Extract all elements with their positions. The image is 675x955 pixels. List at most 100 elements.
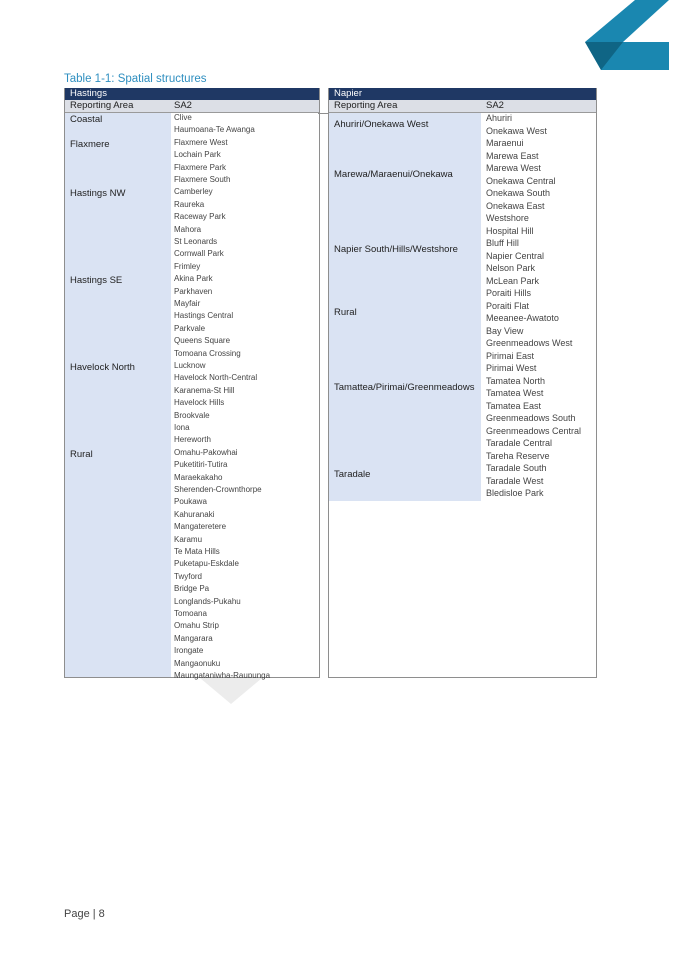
sa2-cell: Clive [174,113,192,122]
reporting-area-cell: Tamattea/Pirimai/Greenmeadows [334,381,475,393]
sa2-cell: Poraiti Hills [486,288,532,298]
sa2-cell: Poraiti Flat [486,300,530,311]
sa2-cell: Haumoana-Te Awanga [174,125,255,135]
reporting-area-cell: Taradale [334,469,371,481]
sa2-cell: Brookvale [174,410,210,420]
sa2-cell: Puketapu-Eskdale [174,559,239,569]
sa2-cell: Tamatea West [486,388,544,398]
sa2-cell: Mangaonuku [174,658,221,668]
sa2-cell: Havelock Hills [174,398,225,408]
sa2-cell: Puketitiri-Tutira [174,460,228,470]
sa2-cell: Hereworth [174,435,211,445]
sa2-cell: Flaxmere South [174,175,231,184]
sa2-cell: Longlands-Pukahu [174,596,241,606]
sa2-cell: Bridge Pa [174,584,210,594]
sa2-cell: Raceway Park [174,212,226,222]
sa2-cell: Sherenden-Crownthorpe [174,485,262,494]
sa2-cell: Lochain Park [174,150,221,160]
sa2-cell: Napier Central [486,250,545,261]
napier-table: Napier Reporting Area SA2 Ahuriri/Onekaw… [328,88,597,678]
sa2-cell: Greenmeadows West [486,338,573,348]
sa2-cell: Bluff Hill [486,238,519,248]
sa2-cell: Raureka [174,199,205,209]
sa2-cell: Meeanee-Awatoto [486,313,559,323]
company-logo [585,0,669,70]
sa2-cell: Marewa West [486,163,541,173]
reporting-area-cell: Flaxmere [70,138,110,150]
sa2-cell: Flaxmere West [174,137,228,147]
sa2-cell: Westshore [486,213,529,223]
sa2-cell: Omahu Strip [174,621,219,631]
sa2-cell: Bay View [486,325,524,336]
sa2-cell: Maraekakaho [174,472,223,482]
table-caption: Table 1-1: Spatial structures [64,73,207,85]
sa2-cell: Camberley [174,187,213,197]
reporting-area-cell: Ahuriri/Onekawa West [334,119,429,131]
sa2-cell: Greenmeadows South [486,413,576,423]
table-divider [318,113,328,114]
sa2-cell: Bledisloe Park [486,488,544,498]
reporting-area-cell: Havelock North [70,362,135,373]
hastings-table-title: Hastings [65,88,319,100]
sa2-cell: Maraenui [486,138,524,148]
sa2-cell: St Leonards [174,237,218,246]
sa2-cell: Flaxmere Park [174,162,227,172]
sa2-cell: Taradale Central [486,438,553,448]
sa2-cell: Tamatea North [486,375,546,386]
sa2-cell: Onekawa East [486,200,545,211]
sa2-cell: Pirimai East [486,350,535,361]
sa2-cell: Te Mata Hills [174,547,220,556]
chevron-watermark-icon [200,678,262,704]
sa2-cell: Queens Square [174,336,231,346]
sa2-cell: Ahuriri [486,113,513,123]
sa2-cell: Taradale South [486,463,547,473]
sa2-cell: Omahu-Pakowhai [174,447,238,457]
sa2-cell: Onekawa West [486,125,547,136]
sa2-cell: Iona [174,423,190,432]
column-reporting-area: Reporting Area [70,100,134,111]
page-number: Page | 8 [64,908,105,920]
sa2-cell: Onekawa Central [486,175,556,186]
hastings-table: Hastings Reporting Area SA2 Coastal Flaxm… [64,88,320,680]
sa2-cell: Cornwall Park [174,249,224,259]
hastings-table-body: Coastal Flaxmere Hastings NW Hastings SE Hav… [65,113,319,680]
sa2-cell: Hospital Hill [486,225,534,236]
sa2-cell: Twyford [174,571,203,581]
sa2-cell: Frimley [174,261,201,271]
sa2-cell: Parkhaven [174,286,213,296]
sa2-cell: Tomoana Crossing [174,348,241,358]
reporting-area-cell: Hastings SE [70,275,123,287]
sa2-cell: Karanema-St Hill [174,385,235,395]
reporting-area-cell: Napier South/Hills/Westshore [334,244,458,256]
sa2-cell: Tomoana [174,609,207,618]
sa2-cell: Poukawa [174,497,207,507]
sa2-cell: Hastings Central [174,311,234,321]
sa2-cell: Tareha Reserve [486,450,550,461]
reporting-area-cell: Hastings NW [70,188,126,200]
sa2-cell: Nelson Park [486,263,536,273]
reporting-area-cell: Rural [70,448,93,460]
napier-table-body: Ahuriri/Onekawa West Marewa/Maraenui/Onek… [329,113,596,677]
sa2-cell: Onekawa South [486,188,551,198]
sa2-cell: Parkvale [174,323,206,333]
sa2-cell: McLean Park [486,275,540,286]
column-reporting-area: Reporting Area [334,100,398,111]
sa2-cell: Mahora [174,224,202,234]
column-sa2: SA2 [174,100,192,111]
sa2-cell: Akina Park [174,274,213,284]
sa2-cell: Kahuranaki [174,509,215,519]
reporting-area-cell: Rural [334,306,357,318]
sa2-cell: Mangarara [174,633,213,643]
sa2-cell: Havelock North-Central [174,373,258,383]
reporting-area-cell: Coastal [70,114,103,125]
sa2-cell: Marewa East [486,150,539,161]
sa2-cell: Mayfair [174,299,201,308]
sa2-cell: Lucknow [174,361,206,370]
reporting-area-cell: Marewa/Maraenui/Onekawa [334,169,453,181]
sa2-cell: Taradale West [486,475,544,486]
sa2-cell: Irongate [174,646,204,656]
napier-table-title: Napier [329,88,596,100]
napier-column-header: Reporting Area SA2 [329,100,596,113]
sa2-cell: Pirimai West [486,363,537,373]
sa2-cell: Karamu [174,534,203,544]
